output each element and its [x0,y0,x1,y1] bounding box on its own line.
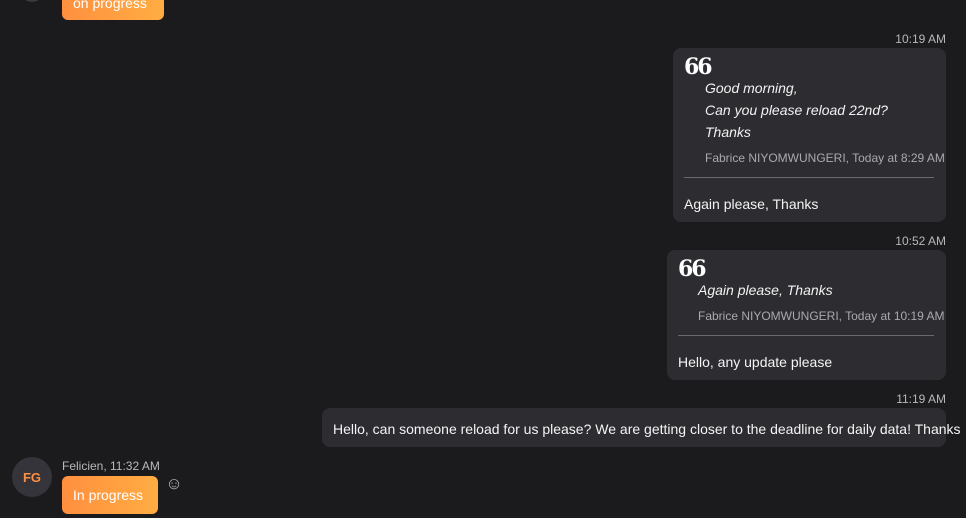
message-bubble[interactable]: 66 Good morning, Can you please reload 2… [673,48,946,222]
quote-author: Fabrice NIYOMWUNGERI, Today at 10:19 AM [698,309,945,323]
quote-icon: 66 [678,256,707,282]
avatar-initials: FG [22,469,42,485]
sender-name: Felicien, 11:32 AM [62,459,160,473]
quoted-line: Again please, Thanks [698,282,833,298]
message-timestamp: 11:19 AM [896,392,946,406]
quote-icon: 66 [684,54,713,80]
quoted-line: Can you please reload 22nd? [705,102,888,118]
message-bubble[interactable]: Hello, can someone reload for us please?… [322,408,961,447]
quote-author: Fabrice NIYOMWUNGERI, Today at 8:29 AM [705,151,945,165]
divider [678,335,934,336]
divider [684,177,934,178]
message-text: Hello, can someone reload for us please?… [333,421,961,437]
quoted-line: Thanks [705,124,751,140]
avatar[interactable]: FG [12,457,52,497]
message-text: In progress [73,487,144,503]
message-text: Again please, Thanks [684,196,819,212]
message-timestamp: 10:19 AM [895,32,946,46]
message-bubble[interactable]: on progress [62,0,164,20]
message-text: Hello, any update please [678,354,833,370]
avatar[interactable] [18,0,46,2]
smiley-icon[interactable]: ☺ [164,474,184,494]
message-text: on progress [73,0,147,11]
message-timestamp: 10:52 AM [895,234,946,248]
quoted-line: Good morning, [705,80,798,96]
message-bubble[interactable]: 66 Again please, Thanks Fabrice NIYOMWUN… [667,250,946,380]
message-bubble[interactable]: In progress [62,476,158,514]
